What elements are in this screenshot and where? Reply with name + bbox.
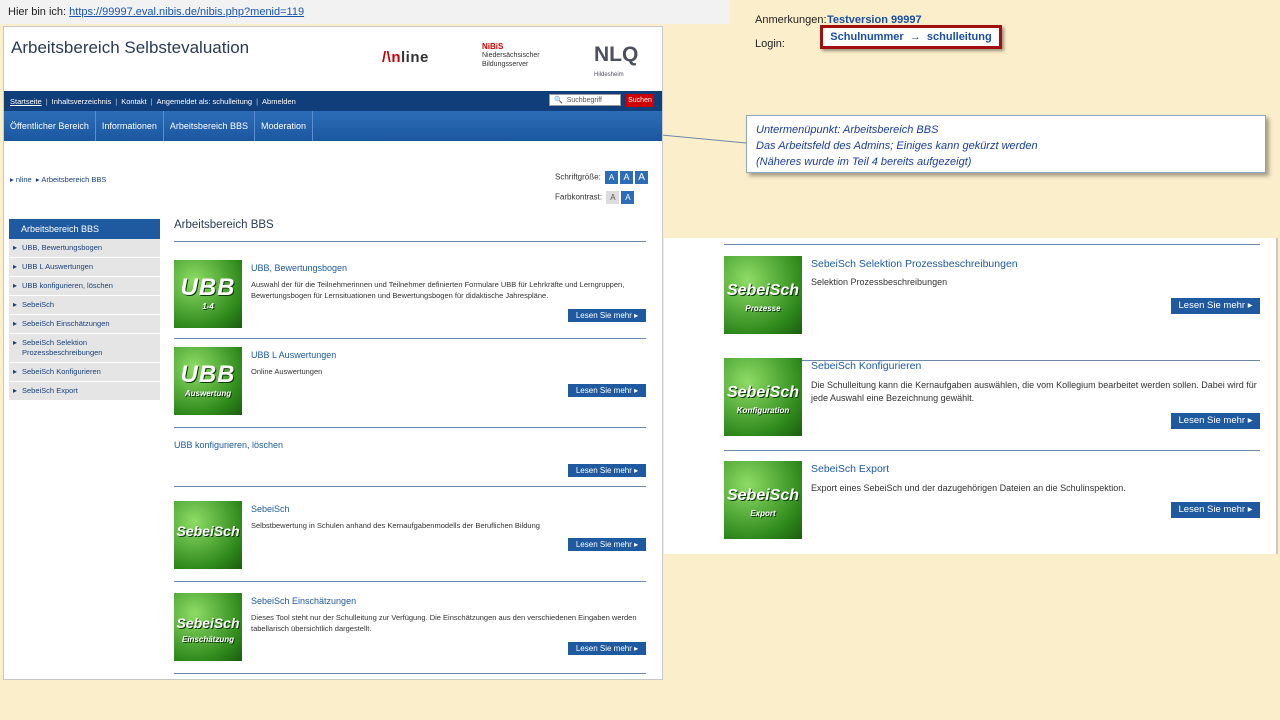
contrast-label: Farbkontrast: [555, 192, 603, 202]
entry-sebeisch: SebeiSch SebeiSch Selbstbewertung in Sch… [174, 501, 646, 582]
sidebar-item-ubb-bewertungsbogen[interactable]: UBB, Bewertungsbogen [9, 239, 160, 258]
content-area: Arbeitsbereich BBS UBB 1-4 UBB, Bewertung… [174, 219, 646, 674]
content-title: Arbeitsbereich BBS [174, 219, 646, 242]
mainnav-oeffentlich[interactable]: Öffentlicher Bereich [4, 111, 96, 141]
contrast-high-button[interactable]: A [621, 191, 635, 204]
sidebar-item-sebeisch-konfigurieren[interactable]: SebeiSch Konfigurieren [9, 363, 160, 382]
read-more-button[interactable]: Lesen Sie mehr [568, 309, 646, 322]
topnav-startseite[interactable]: Startseite [10, 97, 42, 106]
notes-label: Anmerkungen: [755, 14, 827, 26]
font-size-label: Schriftgröße: [555, 172, 601, 182]
mainnav-informationen[interactable]: Informationen [96, 111, 164, 141]
read-more-button[interactable]: Lesen Sie mehr [568, 384, 646, 397]
topnav-inhaltsverzeichnis[interactable]: Inhaltsverzeichnis [52, 97, 112, 106]
site-header: Arbeitsbereich Selbstevaluation /\nline … [4, 27, 662, 91]
font-size-medium-button[interactable]: A [620, 171, 634, 184]
font-size-large-button[interactable]: A [635, 171, 649, 184]
entry-title[interactable]: UBB, Bewertungsbogen [251, 263, 347, 273]
site-title: Arbeitsbereich Selbstevaluation [11, 38, 250, 57]
sidebar-head[interactable]: Arbeitsbereich BBS [9, 219, 160, 239]
search-button[interactable]: Suchen [626, 94, 654, 107]
topnav-kontakt[interactable]: Kontakt [121, 97, 146, 106]
entry-title[interactable]: SebeiSch [251, 504, 290, 514]
entry-title[interactable]: SebeiSch Selektion Prozessbeschreibungen [811, 258, 1018, 270]
entry-ubb-konfigurieren: UBB konfigurieren, löschen Lesen Sie meh… [174, 428, 646, 487]
nlq-logo[interactable]: NLQ Hildesheim [594, 44, 638, 85]
sebeisch-konfiguration-thumbnail[interactable]: SebeiSch Konfiguration [724, 358, 802, 436]
search-icon: 🔍 [554, 97, 563, 104]
panel-top-divider [724, 244, 1260, 245]
entry-title[interactable]: UBB konfigurieren, löschen [174, 440, 283, 450]
entry-description: Die Schulleitung kann die Kernaufgaben a… [811, 380, 1257, 403]
mainnav-arbeitsbereich-bbs[interactable]: Arbeitsbereich BBS [164, 111, 255, 141]
sidebar-item-sebeisch[interactable]: SebeiSch [9, 296, 160, 315]
ubb-thumbnail[interactable]: UBB 1-4 [174, 260, 242, 328]
nline-logo[interactable]: /\nline [382, 49, 429, 66]
entry-description: Export eines SebeiSch und der dazugehöri… [811, 483, 1126, 493]
topnav-abmelden[interactable]: Abmelden [262, 97, 296, 106]
read-more-button[interactable]: Lesen Sie mehr [1171, 502, 1260, 518]
ubb-auswertung-thumbnail[interactable]: UBB Auswertung [174, 347, 242, 415]
read-more-button[interactable]: Lesen Sie mehr [1171, 298, 1260, 314]
top-navigation: Startseite | Inhaltsverzeichnis | Kontakt |… [4, 91, 662, 111]
callout-note: Untermenüpunkt: Arbeitsbereich BBS Das A… [746, 115, 1266, 173]
entry-description: Selbstbewertung in Schulen anhand des Ke… [251, 521, 540, 530]
sidebar: Arbeitsbereich BBS UBB, Bewertungsbogen … [9, 219, 160, 401]
entry-description: Online Auswertungen [251, 367, 323, 376]
login-box: Schulnummer → schulleitung [820, 25, 1002, 49]
arrow-icon: → [909, 31, 921, 43]
login-from: Schulnummer [830, 31, 904, 43]
search-input[interactable]: 🔍 Suchbegriff [549, 94, 621, 106]
topnav-logged-in: Angemeldet als: schulleitung [156, 96, 253, 106]
sidebar-item-ubb-auswertungen[interactable]: UBB L Auswertungen [9, 258, 160, 277]
entry-title[interactable]: SebeiSch Export [811, 463, 889, 475]
sebeisch-export-thumbnail[interactable]: SebeiSch Export [724, 461, 802, 539]
sebeisch-prozesse-thumbnail[interactable]: SebeiSch Prozesse [724, 256, 802, 334]
mainnav-moderation[interactable]: Moderation [255, 111, 313, 141]
sidebar-item-ubb-konfigurieren[interactable]: UBB konfigurieren, löschen [9, 277, 160, 296]
entry-sebeisch-selektion: SebeiSch Prozesse SebeiSch Selektion Proz… [724, 256, 1260, 361]
callout-line-2: Das Arbeitsfeld des Admins; Einiges kann… [756, 140, 1038, 152]
entry-title[interactable]: SebeiSch Konfigurieren [811, 360, 921, 372]
sidebar-item-sebeisch-einschaetzungen[interactable]: SebeiSch Einschätzungen [9, 315, 160, 334]
url-prefix: Hier bin ich: [8, 6, 67, 18]
sebeisch-thumbnail[interactable]: SebeiSch [174, 501, 242, 569]
font-controls: Schriftgröße: AAA Farbkontrast: AA [555, 171, 649, 204]
url-bar: Hier bin ich: https://99997.eval.nibis.d… [0, 0, 730, 24]
entry-description: Auswahl der für die Teilnehmerinnen und … [251, 280, 625, 300]
callout-line-3: (Näheres wurde im Teil 4 bereits aufgeze… [756, 156, 972, 168]
sebeisch-einschaetzung-thumbnail[interactable]: SebeiSch Einschätzung [174, 593, 242, 661]
entry-sebeisch-konfigurieren: SebeiSch Konfiguration SebeiSch Konfiguri… [724, 358, 1260, 451]
breadcrumb-bbs[interactable]: Arbeitsbereich BBS [41, 175, 106, 184]
breadcrumb-nline[interactable]: nline [16, 175, 32, 184]
chevron-right-icon: ▸ [35, 175, 40, 184]
entry-description: Selektion Prozessbeschreibungen [811, 277, 948, 287]
current-url-link[interactable]: https://99997.eval.nibis.de/nibis.php?me… [69, 6, 304, 18]
read-more-button[interactable]: Lesen Sie mehr [568, 538, 646, 551]
breadcrumb: ▸ nline ▸ Arbeitsbereich BBS [10, 175, 106, 184]
nibis-logo[interactable]: NiBiS Niedersächsischer Bildungsserver [482, 42, 540, 69]
read-more-button[interactable]: Lesen Sie mehr [568, 464, 646, 477]
main-navigation: Öffentlicher Bereich Informationen Arbei… [4, 111, 662, 141]
entry-sebeisch-einschaetzungen: SebeiSch Einschätzung SebeiSch Einschätzu… [174, 593, 646, 674]
entry-description: Dieses Tool steht nur der Schulleitung z… [251, 613, 637, 633]
entry-title[interactable]: SebeiSch Einschätzungen [251, 596, 356, 606]
sidebar-item-sebeisch-export[interactable]: SebeiSch Export [9, 382, 160, 401]
entry-sebeisch-export: SebeiSch Export SebeiSch Export Export ei… [724, 461, 1260, 551]
login-to: schulleitung [926, 31, 992, 43]
callout-line-1: Untermenüpunkt: Arbeitsbereich BBS [756, 124, 939, 136]
entry-ubb-auswertungen: UBB Auswertung UBB L Auswertungen Online … [174, 347, 646, 428]
font-size-small-button[interactable]: A [605, 171, 619, 184]
entry-ubb-bewertungsbogen: UBB 1-4 UBB, Bewertungsbogen Auswahl der … [174, 260, 646, 339]
chevron-right-icon: ▸ [10, 175, 14, 184]
read-more-button[interactable]: Lesen Sie mehr [1171, 413, 1260, 429]
login-label: Login: [755, 38, 785, 50]
entry-title[interactable]: UBB L Auswertungen [251, 350, 336, 360]
sidebar-item-sebeisch-selektion[interactable]: SebeiSch Selektion Prozessbeschreibungen [9, 334, 160, 363]
continuation-panel: SebeiSch Prozesse SebeiSch Selektion Proz… [664, 238, 1278, 554]
contrast-normal-button[interactable]: A [606, 191, 620, 204]
read-more-button[interactable]: Lesen Sie mehr [568, 642, 646, 655]
